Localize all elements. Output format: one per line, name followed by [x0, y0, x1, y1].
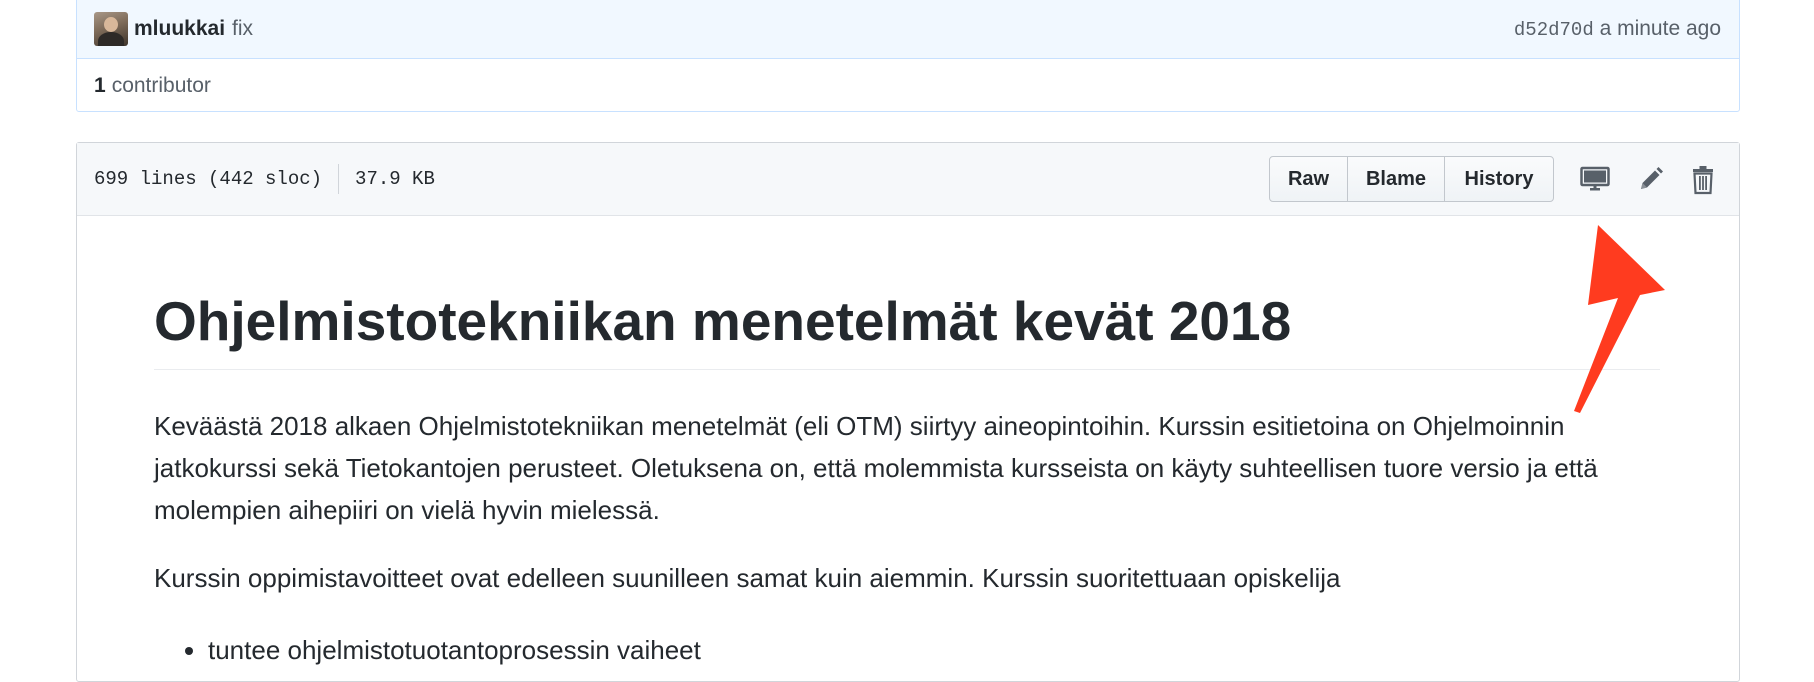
commit-message-link[interactable]: fix [232, 17, 253, 41]
trash-icon[interactable] [1691, 165, 1723, 195]
contributor-count: 1 [94, 74, 106, 97]
file-header: 699 lines (442 sloc) 37.9 KB Raw Blame H… [77, 143, 1739, 216]
readme-paragraph-goals: Kurssin oppimistavoitteet ovat edelleen … [154, 563, 1341, 593]
commit-sha-link[interactable]: d52d70d [1514, 19, 1594, 41]
contributors-row[interactable]: 1 contributor [77, 59, 1739, 113]
readme-title: Ohjelmistotekniikan menetelmät kevät 201… [154, 287, 1660, 370]
blame-button[interactable]: Blame [1347, 156, 1445, 202]
pencil-icon[interactable] [1637, 165, 1669, 195]
commit-meta: d52d70d a minute ago [1514, 17, 1721, 41]
latest-commit-row: mluukkai fix d52d70d a minute ago [77, 0, 1739, 59]
readme-goals-list: tuntee ohjelmistotuotantoprosessin vaihe… [154, 629, 701, 671]
file-box: 699 lines (442 sloc) 37.9 KB Raw Blame H… [76, 142, 1740, 682]
author-avatar[interactable] [94, 11, 128, 46]
file-info: 699 lines (442 sloc) 37.9 KB [94, 164, 435, 194]
file-actions-button-group: Raw Blame History [1269, 156, 1554, 202]
file-info-divider [338, 164, 340, 194]
commit-tease: mluukkai fix d52d70d a minute ago 1 cont… [76, 0, 1740, 112]
file-size: 37.9 KB [355, 168, 435, 190]
contributor-label: contributor [111, 74, 211, 97]
history-button[interactable]: History [1444, 156, 1554, 202]
list-item: tuntee ohjelmistotuotantoprosessin vaihe… [208, 629, 701, 671]
readme-paragraph-intro: Keväästä 2018 alkaen Ohjelmistotekniikan… [154, 411, 1598, 525]
raw-button[interactable]: Raw [1269, 156, 1348, 202]
commit-author-link[interactable]: mluukkai [134, 17, 225, 41]
desktop-icon[interactable] [1580, 165, 1612, 195]
file-line-count: 699 lines (442 sloc) [94, 168, 323, 190]
commit-time: a minute ago [1599, 16, 1721, 40]
